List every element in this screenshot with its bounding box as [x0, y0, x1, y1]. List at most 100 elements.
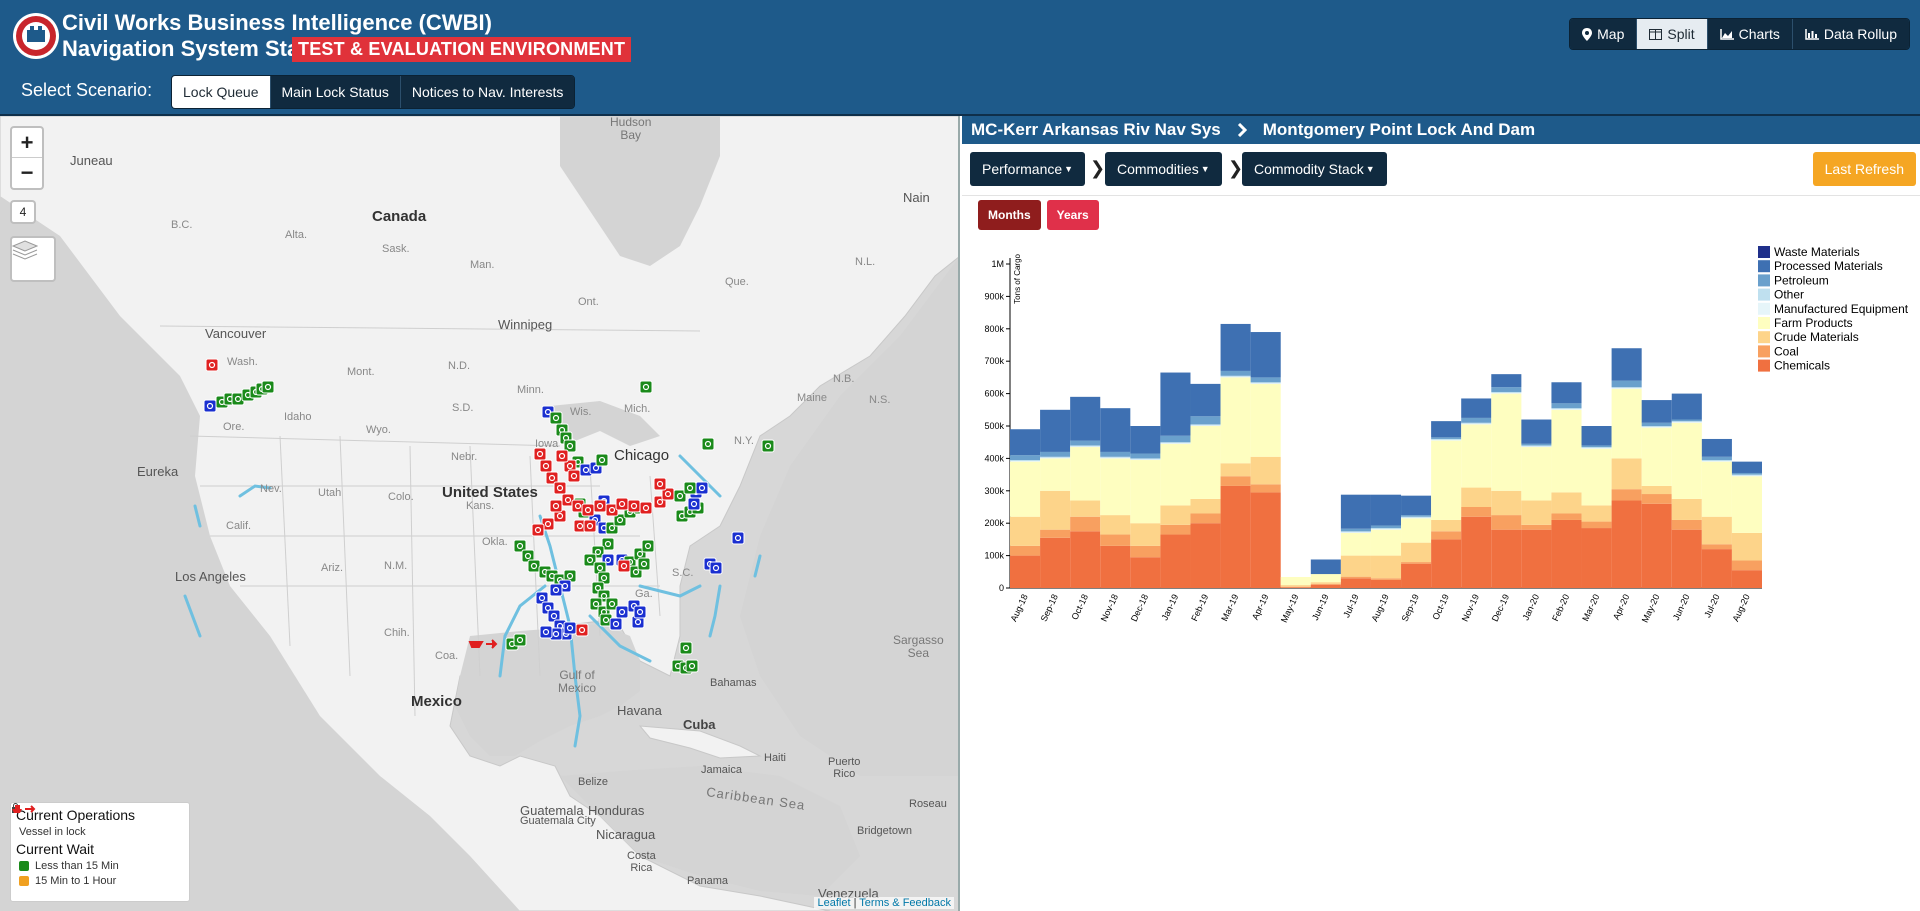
vessel-in-lock-marker[interactable] [617, 559, 631, 573]
commodities-dropdown[interactable]: Commodities ▼ [1105, 152, 1222, 186]
bar-segment [1070, 531, 1101, 588]
layers-button[interactable] [10, 236, 56, 282]
lock-marker-blue[interactable] [539, 625, 553, 639]
terms-feedback-link[interactable]: Terms & Feedback [859, 897, 951, 909]
bar-segment [1431, 437, 1462, 439]
bar-segment [1431, 531, 1462, 540]
vessel-in-lock-marker[interactable] [627, 499, 641, 513]
vessel-in-lock-marker[interactable] [653, 477, 667, 491]
bar-chart-icon [1805, 28, 1819, 40]
bar-segment [1551, 409, 1582, 410]
bar-segment [1401, 562, 1432, 564]
vessel-in-lock-marker[interactable] [615, 497, 629, 511]
vessel-in-lock-marker[interactable] [549, 499, 563, 513]
legend-swatch [1758, 260, 1770, 273]
lock-marker-green[interactable] [701, 437, 715, 451]
vessel-in-lock-marker[interactable] [575, 623, 589, 637]
bar-segment [1340, 555, 1371, 577]
vessel-in-lock-marker[interactable] [531, 523, 545, 537]
bar-segment [1671, 419, 1702, 422]
lock-marker-blue[interactable] [687, 497, 701, 511]
lock-marker-green[interactable] [513, 633, 527, 647]
last-refresh-button[interactable]: Last Refresh [1812, 152, 1916, 186]
bar-segment [1010, 460, 1041, 462]
years-button[interactable]: Years [1046, 200, 1099, 230]
lock-queue-button[interactable]: Lock Queue [172, 76, 271, 108]
bar-segment [1701, 544, 1732, 550]
main-lock-status-button[interactable]: Main Lock Status [270, 76, 401, 108]
x-tick-label: Feb-19 [1189, 593, 1210, 623]
y-tick-label: 100k [984, 551, 1004, 561]
vessel-in-lock-marker[interactable] [468, 639, 498, 649]
lock-marker-blue[interactable] [563, 621, 577, 635]
bar-segment [1250, 456, 1281, 485]
lock-marker-green[interactable] [639, 380, 653, 394]
legend-label: Petroleum [1774, 273, 1829, 287]
bar-segment [1521, 445, 1552, 447]
y-tick-label: 900k [984, 291, 1004, 301]
data-rollup-button[interactable]: Data Rollup [1792, 19, 1909, 49]
y-tick-label: 600k [984, 389, 1004, 399]
vessel-in-lock-marker[interactable] [533, 447, 547, 461]
split-view-button[interactable]: Split [1637, 19, 1708, 49]
breadcrumb-system[interactable]: MC-Kerr Arkansas Riv Nav Sys [971, 120, 1221, 140]
app-header: Civil Works Business Intelligence (CWBI)… [0, 0, 1920, 116]
vessel-in-lock-marker[interactable] [555, 449, 569, 463]
map-legend: Current Operations Vessel in lock Curren… [10, 802, 190, 902]
bar-segment [1551, 403, 1582, 409]
wait-low-swatch [19, 861, 29, 871]
bar-segment [1701, 516, 1732, 545]
notices-button[interactable]: Notices to Nav. Interests [400, 76, 575, 108]
lock-marker-green[interactable] [679, 641, 693, 655]
bar-segment [1491, 392, 1522, 394]
lock-marker-blue[interactable] [549, 583, 563, 597]
lock-marker-green[interactable] [595, 453, 609, 467]
months-button[interactable]: Months [978, 200, 1041, 230]
bar-segment [1010, 461, 1041, 517]
lock-marker-green[interactable] [685, 659, 699, 673]
lock-marker-green[interactable] [641, 539, 655, 553]
vessel-in-lock-marker[interactable] [593, 499, 607, 513]
x-tick-label: Nov-19 [1460, 593, 1481, 624]
commodity-stack-dropdown[interactable]: Commodity Stack ▼ [1242, 152, 1387, 186]
lock-marker-green[interactable] [527, 559, 541, 573]
lock-marker-blue[interactable] [695, 481, 709, 495]
lock-marker-green[interactable] [549, 411, 563, 425]
vessel-in-lock-marker[interactable] [639, 501, 653, 515]
bar-segment [1040, 529, 1071, 538]
bar-segment [1491, 529, 1522, 588]
vessel-in-lock-marker[interactable] [205, 358, 219, 372]
map-view[interactable]: Juneau Hudson Bay Canada B.C. Alta. Sask… [0, 116, 960, 911]
zoom-out-button[interactable]: − [12, 158, 42, 188]
lock-marker-blue[interactable] [203, 399, 217, 413]
vessel-in-lock-marker[interactable] [567, 469, 581, 483]
lock-marker-green[interactable] [261, 380, 275, 394]
lock-marker-blue[interactable] [633, 605, 647, 619]
vessel-in-lock-marker[interactable] [583, 519, 597, 533]
lock-marker-green[interactable] [683, 481, 697, 495]
bar-segment [1551, 382, 1582, 404]
lock-marker-blue[interactable] [609, 617, 623, 631]
map-marker-icon [1582, 27, 1593, 41]
map-view-button[interactable]: Map [1570, 19, 1638, 49]
charts-view-button[interactable]: Charts [1707, 19, 1793, 49]
bar-segment [1370, 525, 1402, 529]
bar-segment [1431, 439, 1462, 441]
performance-dropdown[interactable]: Performance ▼ [970, 152, 1086, 186]
vessel-in-lock-marker[interactable] [553, 481, 567, 495]
vessel-in-lock-marker[interactable] [539, 459, 553, 473]
leaflet-link[interactable]: Leaflet [817, 897, 850, 909]
legend-swatch [1758, 345, 1770, 358]
lock-marker-blue[interactable] [731, 531, 745, 545]
zoom-in-button[interactable]: + [12, 128, 42, 158]
lock-marker-green[interactable] [637, 557, 651, 571]
bar-segment [1701, 460, 1732, 461]
lock-marker-blue[interactable] [709, 561, 723, 575]
bar-segment [1461, 507, 1492, 517]
bar-segment [1370, 494, 1402, 526]
commodities-dropdown-label: Commodities [1117, 161, 1199, 177]
lock-marker-green[interactable] [761, 439, 775, 453]
lock-marker-blue[interactable] [615, 605, 629, 619]
legend-label: Manufactured Equipment [1774, 302, 1909, 316]
vessel-in-lock-marker[interactable] [581, 503, 595, 517]
